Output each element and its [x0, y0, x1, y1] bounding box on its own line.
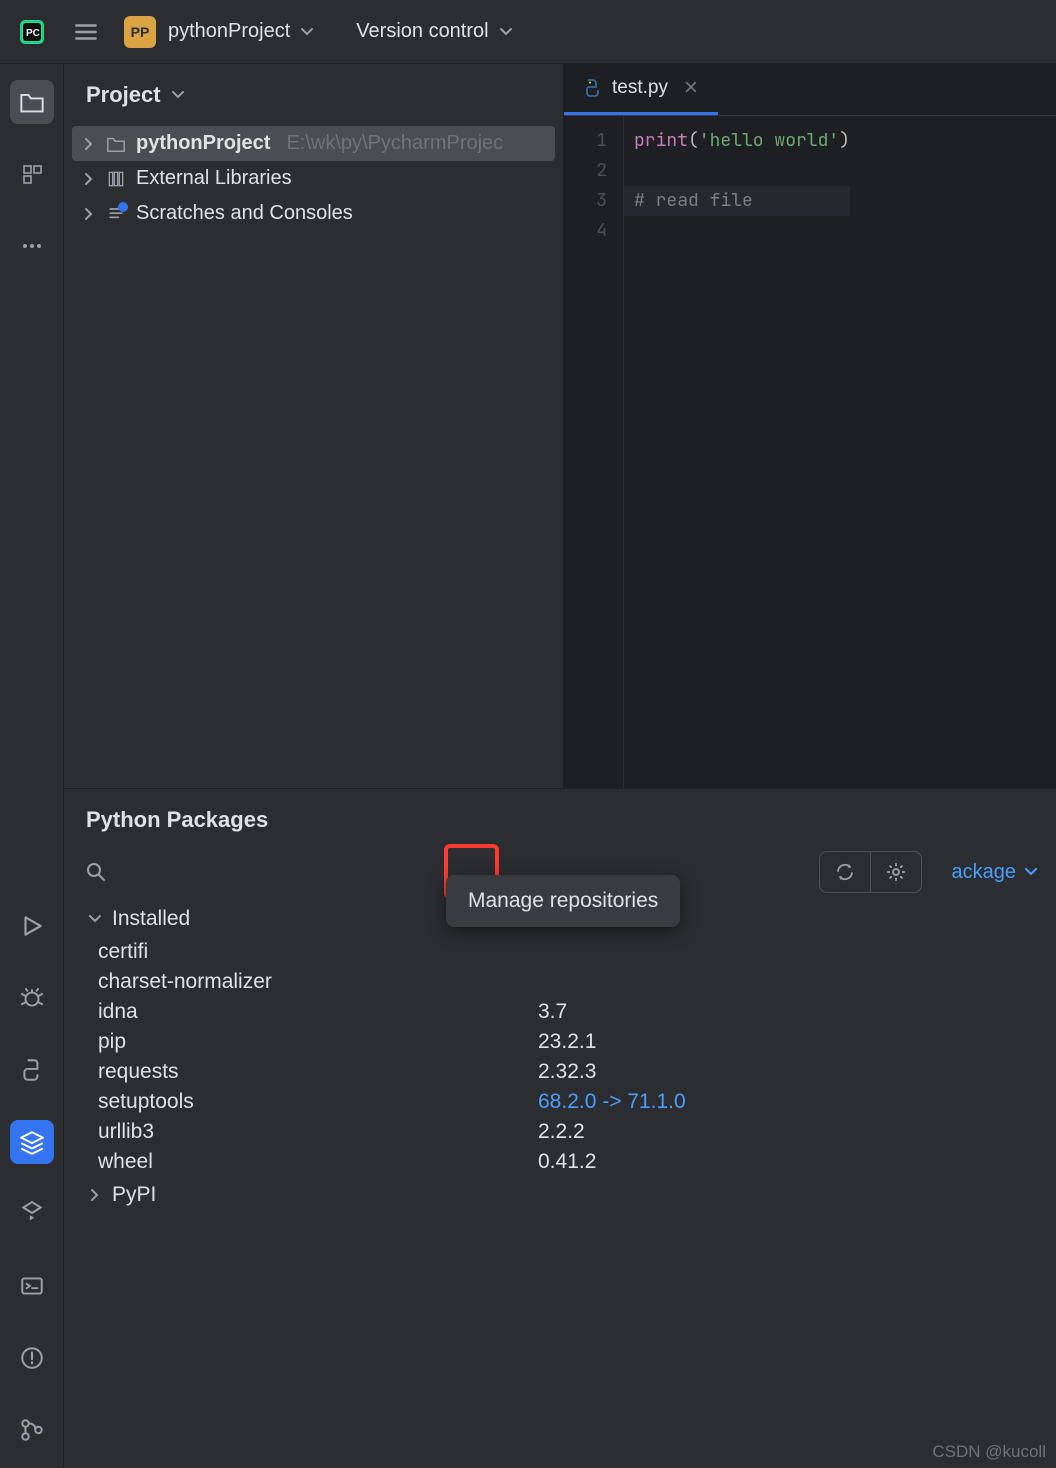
- python-file-icon: [582, 78, 602, 98]
- tool-structure[interactable]: [10, 152, 54, 196]
- packages-search[interactable]: [82, 858, 382, 886]
- project-tree: pythonProject E:\wk\py\PycharmProjec Ext…: [64, 126, 563, 788]
- top-bar: PC PP pythonProject Version control: [0, 0, 1056, 64]
- watermark: CSDN @kucoll: [932, 1442, 1046, 1462]
- chevron-down-icon: [1024, 865, 1038, 879]
- editor-tab-bar: test.py: [564, 64, 1056, 116]
- main-menu-button[interactable]: [72, 18, 100, 46]
- package-version: 68.2.0 -> 71.1.0: [538, 1090, 686, 1114]
- package-version: 2.2.2: [538, 1120, 585, 1144]
- code-editor[interactable]: 1234 print('hello world') # read file: [564, 116, 1056, 788]
- package-row[interactable]: wheel0.41.2: [74, 1147, 1046, 1177]
- package-name: wheel: [98, 1150, 538, 1174]
- tool-debug[interactable]: [10, 976, 54, 1020]
- tree-label: Scratches and Consoles: [136, 202, 353, 225]
- add-package-button[interactable]: ackage: [952, 861, 1039, 884]
- library-icon: [106, 169, 126, 189]
- packages-panel-title: Python Packages: [64, 789, 1056, 851]
- chevron-down-icon: [499, 25, 513, 39]
- project-selector[interactable]: PP pythonProject: [124, 16, 314, 48]
- package-version: 3.7: [538, 1000, 567, 1024]
- chevron-down-icon: [88, 912, 102, 926]
- tool-services[interactable]: [10, 1192, 54, 1236]
- tool-terminal[interactable]: [10, 1264, 54, 1308]
- package-version: 2.32.3: [538, 1060, 596, 1084]
- project-name: pythonProject: [168, 20, 290, 43]
- tool-git[interactable]: [10, 1408, 54, 1452]
- svg-text:PC: PC: [26, 28, 40, 39]
- package-row[interactable]: certifi: [74, 937, 1046, 967]
- package-row[interactable]: pip23.2.1: [74, 1027, 1046, 1057]
- tree-label: pythonProject: [136, 132, 270, 155]
- package-version: 23.2.1: [538, 1030, 596, 1054]
- package-name: setuptools: [98, 1090, 538, 1114]
- tree-row-project-root[interactable]: pythonProject E:\wk\py\PycharmProjec: [72, 126, 555, 161]
- tool-python-console[interactable]: [10, 1048, 54, 1092]
- packages-list: Installed certifi charset-normalizer idna3…: [64, 901, 1056, 1468]
- package-name: charset-normalizer: [98, 970, 538, 994]
- package-name: pip: [98, 1030, 538, 1054]
- add-package-label: ackage: [952, 861, 1017, 884]
- tool-more[interactable]: [10, 224, 54, 268]
- vc-label: Version control: [356, 20, 488, 43]
- packages-tool-group: [819, 851, 922, 893]
- chevron-right-icon: [82, 172, 96, 186]
- manage-repositories-button[interactable]: [871, 852, 921, 892]
- tool-problems[interactable]: [10, 1336, 54, 1380]
- package-name: urllib3: [98, 1120, 538, 1144]
- chevron-right-icon: [82, 137, 96, 151]
- package-name: requests: [98, 1060, 538, 1084]
- reload-packages-button[interactable]: [820, 852, 870, 892]
- version-control-menu[interactable]: Version control: [356, 20, 512, 43]
- section-label: PyPI: [112, 1183, 156, 1207]
- panel-title: Project: [86, 82, 161, 108]
- package-name: idna: [98, 1000, 538, 1024]
- package-row[interactable]: urllib32.2.2: [74, 1117, 1046, 1147]
- code-content: print('hello world') # read file: [624, 116, 850, 788]
- project-panel: Project pythonProject E:\wk\py\PycharmPr…: [64, 64, 564, 788]
- package-row[interactable]: setuptools68.2.0 -> 71.1.0: [74, 1087, 1046, 1117]
- tree-row-external-libs[interactable]: External Libraries: [72, 161, 555, 196]
- python-packages-panel: Python Packages ackage Manage repositori…: [64, 788, 1056, 1468]
- line-number-gutter: 1234: [564, 116, 624, 788]
- chevron-down-icon: [300, 25, 314, 39]
- tab-close-button[interactable]: [684, 80, 700, 96]
- editor-tab[interactable]: test.py: [564, 64, 718, 115]
- section-label: Installed: [112, 907, 190, 931]
- package-version: 0.41.2: [538, 1150, 596, 1174]
- section-pypi[interactable]: PyPI: [74, 1177, 1046, 1213]
- tool-python-packages[interactable]: [10, 1120, 54, 1164]
- package-row[interactable]: requests2.32.3: [74, 1057, 1046, 1087]
- manage-repositories-tooltip: Manage repositories: [446, 875, 680, 927]
- chevron-down-icon: [171, 88, 185, 102]
- tool-run[interactable]: [10, 904, 54, 948]
- editor-area: test.py 1234 print('hello world') # read…: [564, 64, 1056, 788]
- chevron-right-icon: [82, 207, 96, 221]
- package-row[interactable]: idna3.7: [74, 997, 1046, 1027]
- chevron-right-icon: [88, 1188, 102, 1202]
- tab-filename: test.py: [612, 77, 668, 99]
- folder-icon: [106, 134, 126, 154]
- package-row[interactable]: charset-normalizer: [74, 967, 1046, 997]
- project-panel-header[interactable]: Project: [64, 64, 563, 126]
- project-badge: PP: [124, 16, 156, 48]
- tree-path: E:\wk\py\PycharmProjec: [286, 132, 503, 155]
- search-icon: [82, 858, 110, 886]
- tree-label: External Libraries: [136, 167, 292, 190]
- tool-project[interactable]: [10, 80, 54, 124]
- app-icon: PC: [16, 16, 48, 48]
- tree-row-scratches[interactable]: Scratches and Consoles: [72, 196, 555, 231]
- package-name: certifi: [98, 940, 538, 964]
- left-tool-rail: [0, 64, 64, 1468]
- scratch-icon: [106, 204, 126, 224]
